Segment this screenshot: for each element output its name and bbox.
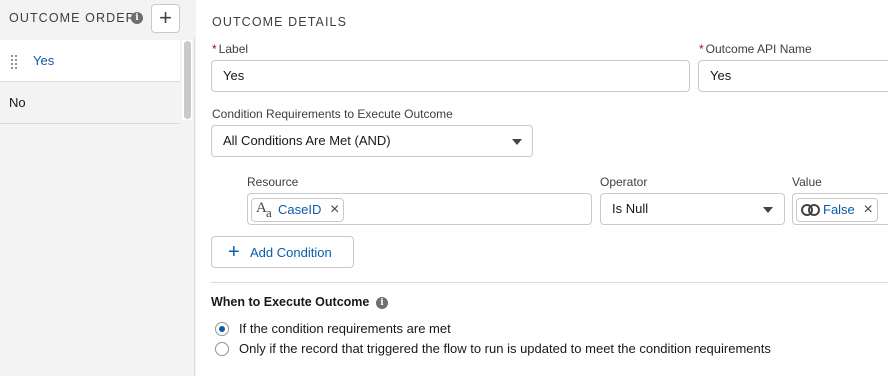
label-field-label: * Label: [212, 42, 249, 56]
outcome-item-no[interactable]: No: [0, 82, 180, 124]
plus-icon: +: [228, 241, 240, 263]
resource-pill[interactable]: Aa CaseID ×: [251, 198, 345, 222]
chevron-down-icon: [763, 207, 773, 213]
outcome-item-label: Yes: [33, 53, 55, 68]
operator-select[interactable]: Is Null: [600, 193, 785, 225]
remove-resource-icon[interactable]: ×: [330, 199, 339, 221]
outcome-order-header: OUTCOME ORDER i +: [0, 0, 195, 38]
when-to-execute-title: When to Execute Outcome: [211, 295, 370, 309]
scrollbar-thumb[interactable]: [184, 41, 191, 119]
resource-input[interactable]: Aa CaseID ×: [247, 193, 592, 225]
boolean-icon: [801, 204, 821, 218]
divider: [211, 282, 888, 283]
info-icon[interactable]: i: [376, 297, 388, 309]
outcome-order-title: OUTCOME ORDER: [9, 11, 136, 25]
resource-label: Resource: [247, 175, 299, 189]
label-input[interactable]: Yes: [211, 60, 690, 92]
outcome-order-panel: OUTCOME ORDER i + Yes No: [0, 0, 195, 376]
value-input[interactable]: False ×: [792, 193, 888, 225]
outcome-details-panel: OUTCOME DETAILS * Label Yes * Outcome API …: [196, 0, 888, 376]
drag-handle-icon[interactable]: [11, 55, 19, 69]
value-label: Value: [792, 175, 822, 189]
outcome-item-yes[interactable]: Yes: [0, 40, 180, 82]
outcome-item-label: No: [9, 95, 26, 110]
section-title: OUTCOME DETAILS: [212, 15, 348, 29]
chevron-down-icon: [512, 139, 522, 145]
outcome-list: Yes No: [0, 40, 180, 124]
radio-button[interactable]: [215, 342, 229, 356]
add-condition-button[interactable]: + Add Condition: [211, 236, 354, 268]
text-type-icon: Aa: [256, 200, 272, 220]
outcome-list-scrollbar[interactable]: [182, 40, 192, 120]
remove-value-icon[interactable]: ×: [863, 199, 872, 221]
add-outcome-button[interactable]: +: [151, 4, 180, 33]
plus-icon: +: [159, 5, 172, 30]
value-pill[interactable]: False ×: [796, 198, 878, 222]
api-name-input[interactable]: Yes: [698, 60, 888, 92]
condition-requirements-label: Condition Requirements to Execute Outcom…: [212, 107, 453, 121]
radio-button[interactable]: [215, 322, 229, 336]
api-name-field-label: * Outcome API Name: [699, 42, 812, 56]
operator-label: Operator: [600, 175, 648, 189]
condition-requirements-select[interactable]: All Conditions Are Met (AND): [211, 125, 533, 157]
info-icon[interactable]: i: [131, 12, 143, 24]
